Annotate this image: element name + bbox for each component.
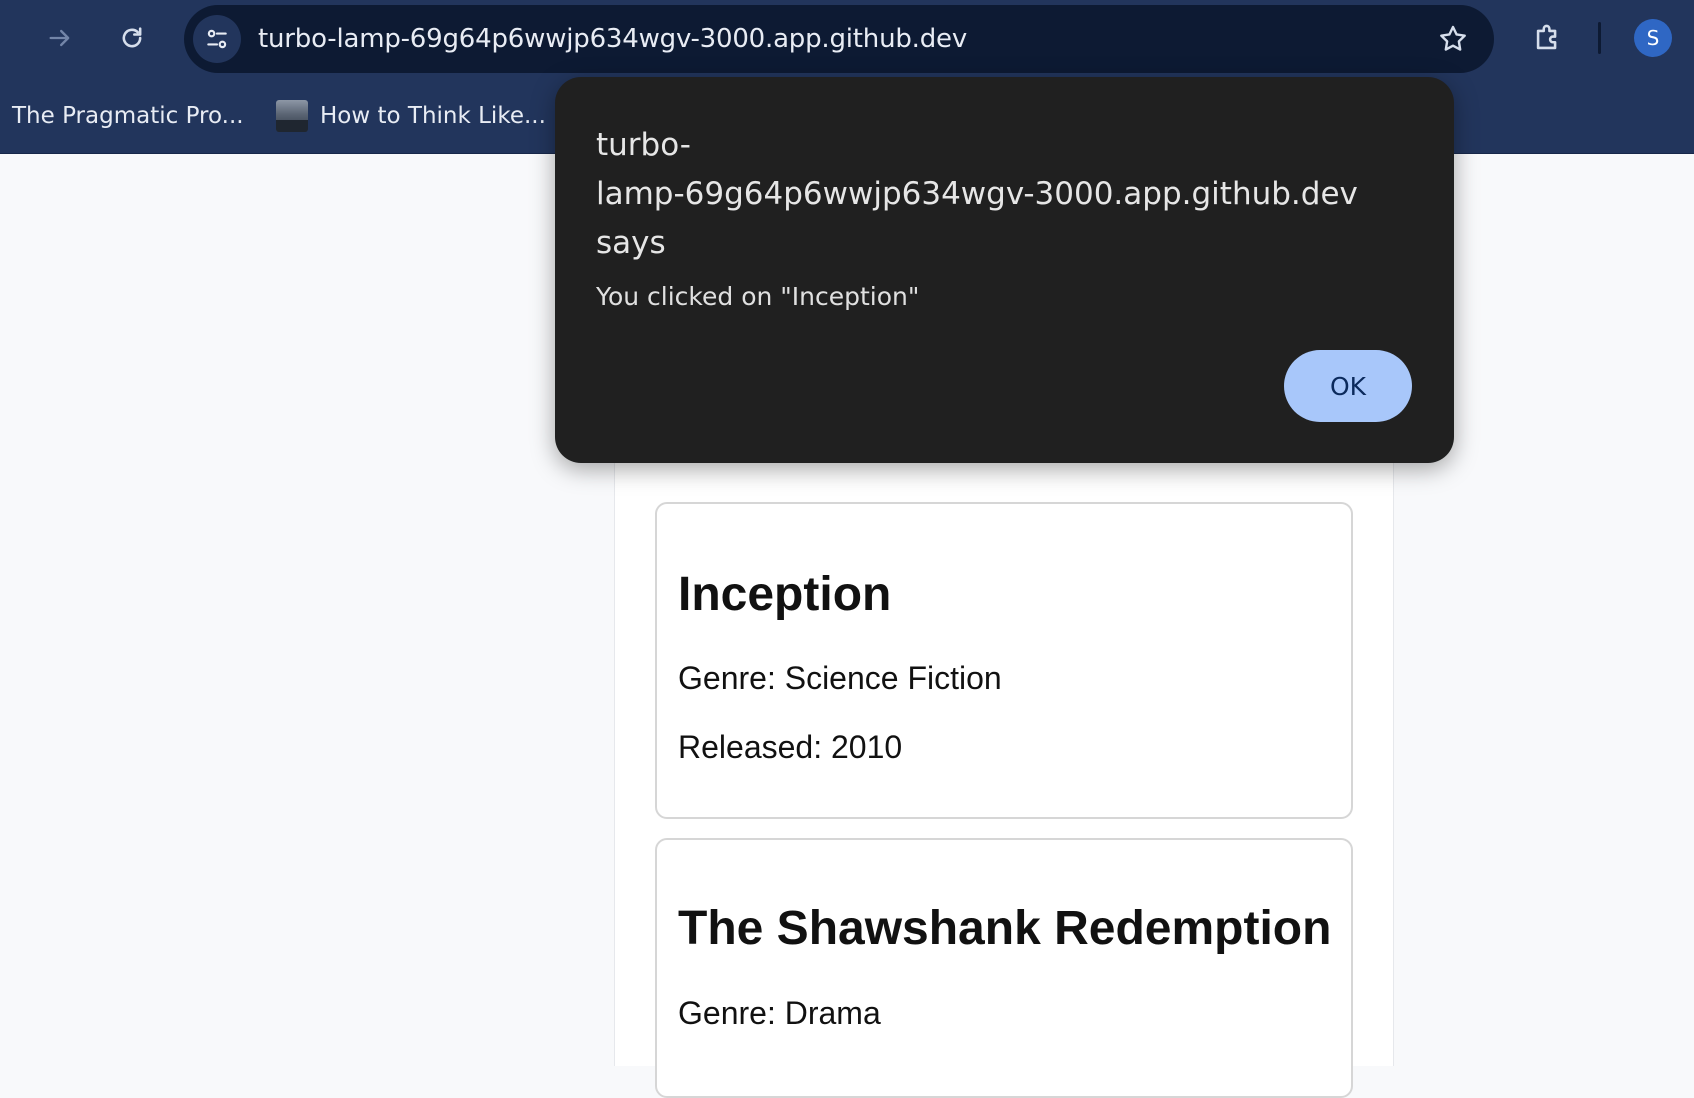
bookmark-label: How to Think Like... [320, 103, 546, 129]
bookmark-favicon [276, 100, 308, 132]
bookmark-star-button[interactable] [1434, 20, 1472, 58]
profile-avatar[interactable]: S [1634, 19, 1672, 57]
movie-title: Inception [678, 568, 892, 621]
extensions-button[interactable] [1524, 14, 1572, 62]
reload-icon [122, 27, 142, 48]
movie-card[interactable]: Inception Genre: Science Fiction Release… [655, 502, 1353, 819]
movie-released: Released: 2010 [678, 729, 903, 765]
star-icon [1440, 25, 1466, 51]
alert-dialog: turbo- lamp-69g64p6wwjp634wgv-3000.app.g… [555, 77, 1454, 463]
dialog-title-line: says [596, 225, 666, 261]
bookmark-pragmatic[interactable]: The Pragmatic Pro... [12, 96, 244, 136]
dialog-title: turbo- lamp-69g64p6wwjp634wgv-3000.app.g… [596, 121, 1416, 268]
site-info-button[interactable] [193, 15, 241, 63]
arrow-right-icon [49, 29, 70, 47]
browser-toolbar: turbo-lamp-69g64p6wwjp634wgv-3000.app.gi… [0, 0, 1694, 78]
bookmark-think-like[interactable]: How to Think Like... [276, 96, 546, 136]
bookmark-label: The Pragmatic Pro... [12, 103, 244, 129]
dialog-title-line: lamp-69g64p6wwjp634wgv-3000.app.github.d… [596, 176, 1358, 212]
reload-button[interactable] [108, 14, 156, 62]
puzzle-icon [1536, 24, 1557, 50]
movie-title: The Shawshank Redemption [678, 902, 1332, 955]
tune-icon [207, 29, 227, 49]
address-bar[interactable]: turbo-lamp-69g64p6wwjp634wgv-3000.app.gi… [184, 5, 1494, 73]
movie-genre: Genre: Drama [678, 995, 881, 1031]
movie-card[interactable]: The Shawshank Redemption Genre: Drama [655, 838, 1353, 1098]
url-text[interactable]: turbo-lamp-69g64p6wwjp634wgv-3000.app.gi… [258, 24, 967, 54]
ok-button[interactable]: OK [1284, 350, 1412, 422]
toolbar-divider [1598, 22, 1601, 54]
movie-genre: Genre: Science Fiction [678, 660, 1002, 696]
dialog-title-line: turbo- [596, 127, 691, 163]
forward-button[interactable] [36, 14, 84, 62]
dialog-message: You clicked on "Inception" [596, 282, 920, 311]
